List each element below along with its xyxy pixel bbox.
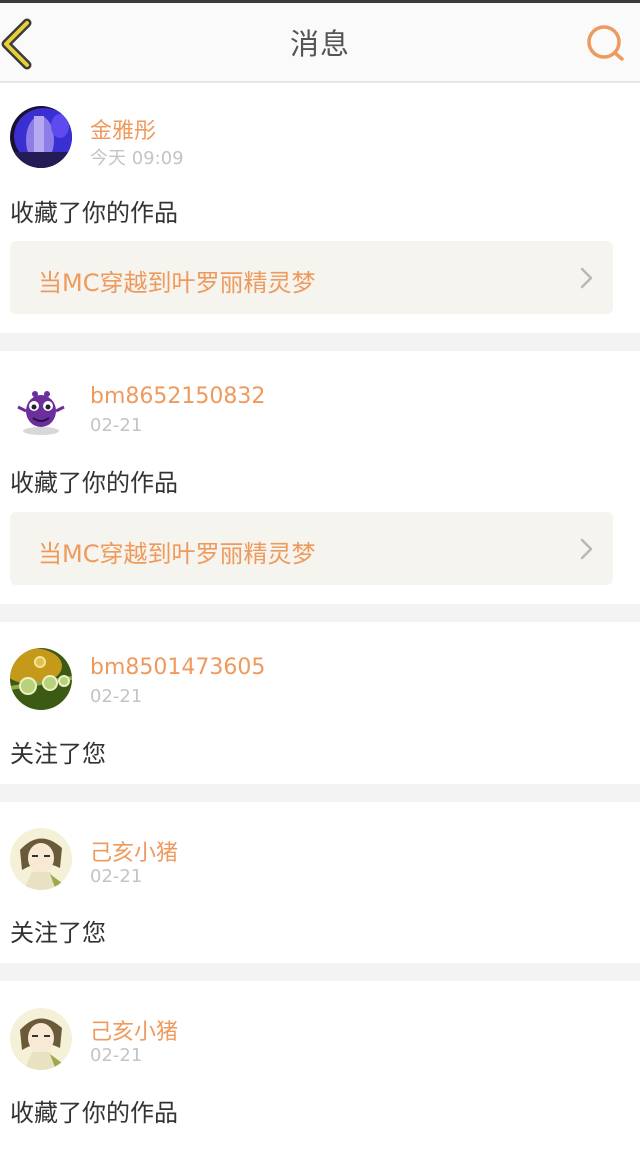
username[interactable]: bm8501473605 — [90, 655, 265, 680]
timestamp: 02-21 — [90, 1045, 143, 1066]
message-item: 金雅彤 今天 09:09 收藏了你的作品 当MC穿越到叶罗丽精灵梦 — [0, 83, 640, 333]
work-link[interactable]: 当MC穿越到叶罗丽精灵梦 — [10, 241, 613, 314]
timestamp: 02-21 — [90, 415, 143, 436]
avatar[interactable] — [10, 106, 72, 168]
avatar[interactable] — [10, 648, 72, 710]
nav-bar: 消息 — [0, 3, 640, 83]
message-item: 己亥小猪 02-21 关注了您 — [0, 802, 640, 963]
divider — [0, 963, 640, 981]
action-text: 收藏了你的作品 — [10, 1099, 178, 1127]
username[interactable]: 己亥小猪 — [90, 1014, 178, 1046]
timestamp: 今天 09:09 — [90, 148, 184, 169]
page-title: 消息 — [289, 27, 350, 61]
message-list: 金雅彤 今天 09:09 收藏了你的作品 当MC穿越到叶罗丽精灵梦 bm8652… — [0, 83, 640, 1161]
timestamp: 02-21 — [90, 866, 143, 887]
work-title: 当MC穿越到叶罗丽精灵梦 — [38, 269, 316, 297]
divider — [0, 784, 640, 802]
message-item: bm8652150832 02-21 收藏了你的作品 当MC穿越到叶罗丽精灵梦 — [0, 351, 640, 604]
username[interactable]: 己亥小猪 — [90, 835, 178, 867]
timestamp: 02-21 — [90, 686, 143, 707]
message-item: bm8501473605 02-21 关注了您 — [0, 622, 640, 784]
avatar[interactable] — [10, 828, 72, 890]
username[interactable]: bm8652150832 — [90, 384, 265, 409]
avatar[interactable] — [10, 377, 72, 439]
chevron-right-icon — [580, 267, 593, 289]
action-text: 关注了您 — [10, 740, 106, 768]
action-text: 收藏了你的作品 — [10, 199, 178, 227]
action-text: 收藏了你的作品 — [10, 469, 178, 497]
divider — [0, 333, 640, 351]
divider — [0, 604, 640, 622]
work-link[interactable]: 当MC穿越到叶罗丽精灵梦 — [10, 512, 613, 585]
work-title: 当MC穿越到叶罗丽精灵梦 — [38, 540, 316, 568]
avatar[interactable] — [10, 1008, 72, 1070]
username[interactable]: 金雅彤 — [90, 113, 156, 145]
chevron-right-icon — [580, 538, 593, 560]
action-text: 关注了您 — [10, 919, 106, 947]
message-item: 己亥小猪 02-21 收藏了你的作品 — [0, 981, 640, 1161]
search-icon[interactable] — [584, 21, 628, 65]
